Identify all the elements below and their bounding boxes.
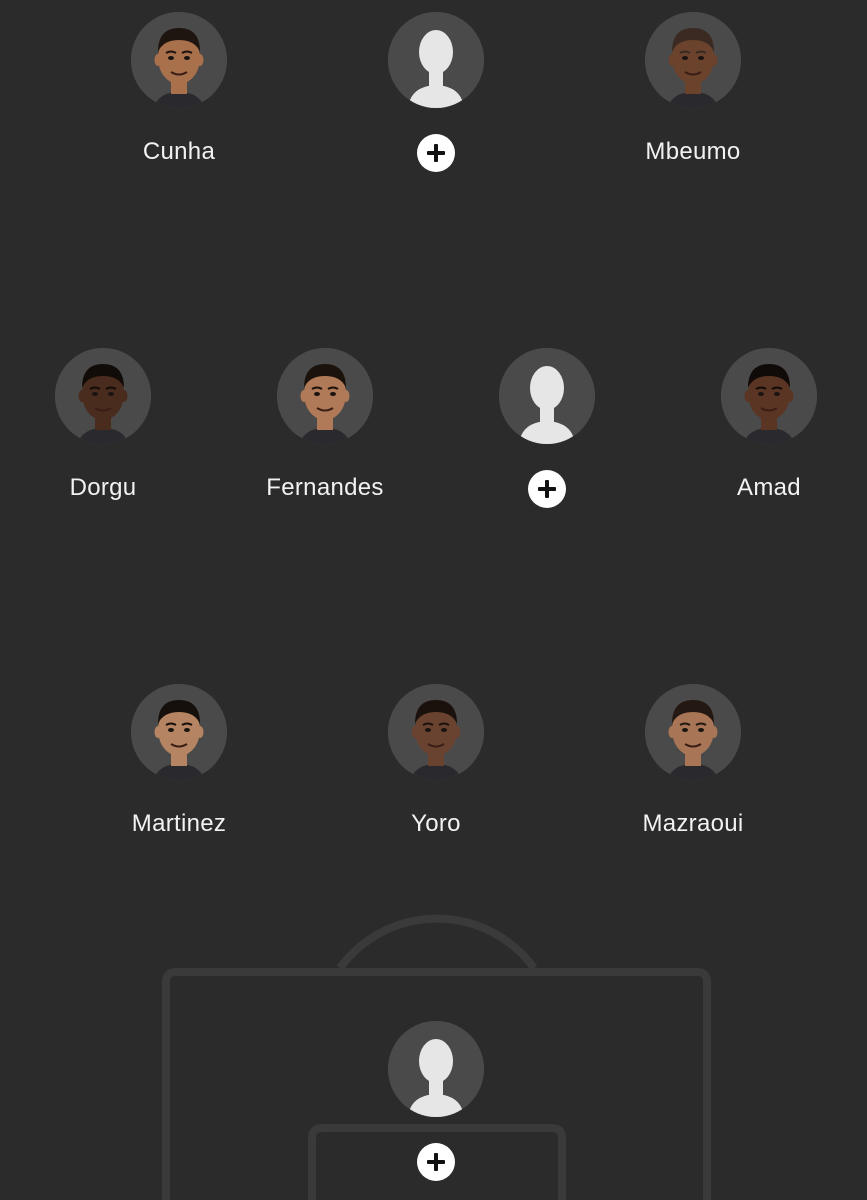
player-photo-avatar[interactable] (277, 348, 373, 444)
slot-goalkeeper-empty[interactable] (336, 1021, 536, 1181)
slot-defender-right[interactable]: Mazraoui (593, 684, 793, 838)
player-photo-avatar[interactable] (645, 684, 741, 780)
lineup-pitch: Cunha Mbeumo Dorgu Fernandes Amad Martin… (0, 0, 867, 1200)
slot-forward-right[interactable]: Mbeumo (593, 12, 793, 166)
slot-forward-center-empty[interactable] (336, 12, 536, 172)
empty-player-silhouette (388, 12, 484, 108)
placeholder-silhouette-avatar[interactable] (388, 12, 484, 108)
add-player-button[interactable] (417, 134, 455, 172)
player-face-image (645, 12, 741, 108)
slot-midfield-2[interactable]: Fernandes (225, 348, 425, 502)
player-photo-avatar[interactable] (721, 348, 817, 444)
player-photo-avatar[interactable] (131, 12, 227, 108)
player-face-image (277, 348, 373, 444)
penalty-arc (336, 914, 538, 971)
pitch-markings (162, 914, 711, 1200)
player-name: Mazraoui (642, 810, 744, 837)
placeholder-silhouette-avatar[interactable] (388, 1021, 484, 1117)
player-face-image (55, 348, 151, 444)
add-player-button[interactable] (417, 1143, 455, 1181)
player-name: Dorgu (69, 474, 137, 501)
slot-midfield-4[interactable]: Amad (669, 348, 867, 502)
empty-player-silhouette (499, 348, 595, 444)
plus-icon (427, 144, 445, 162)
player-face-image (721, 348, 817, 444)
add-player-button[interactable] (528, 470, 566, 508)
plus-icon (538, 480, 556, 498)
player-name: Cunha (142, 138, 216, 165)
slot-midfield-1[interactable]: Dorgu (3, 348, 203, 502)
placeholder-silhouette-avatar[interactable] (499, 348, 595, 444)
slot-midfield-3-empty[interactable] (447, 348, 647, 508)
player-photo-avatar[interactable] (131, 684, 227, 780)
player-face-image (388, 684, 484, 780)
player-photo-avatar[interactable] (55, 348, 151, 444)
slot-defender-left[interactable]: Martinez (79, 684, 279, 838)
player-name: Amad (737, 474, 801, 501)
player-face-image (645, 684, 741, 780)
player-face-image (131, 12, 227, 108)
player-face-image (131, 684, 227, 780)
player-name: Martinez (131, 810, 227, 837)
player-photo-avatar[interactable] (388, 684, 484, 780)
player-name: Mbeumo (645, 138, 741, 165)
plus-icon (427, 1153, 445, 1171)
player-photo-avatar[interactable] (645, 12, 741, 108)
slot-defender-center[interactable]: Yoro (336, 684, 536, 838)
player-name: Fernandes (266, 474, 384, 501)
empty-player-silhouette (388, 1021, 484, 1117)
player-name: Yoro (411, 810, 461, 837)
slot-forward-left[interactable]: Cunha (79, 12, 279, 166)
